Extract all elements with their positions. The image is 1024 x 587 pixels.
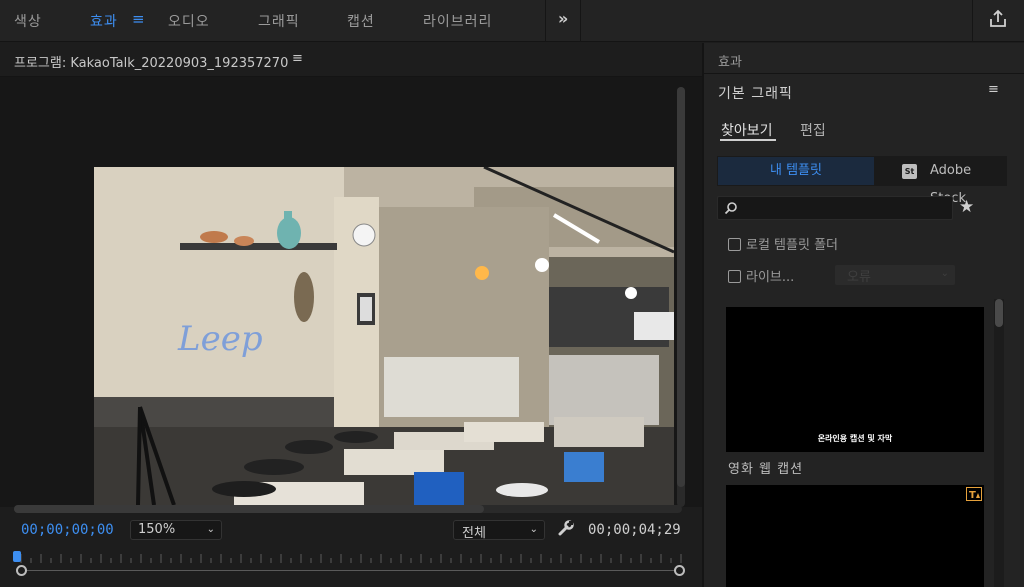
effects-panel: 효과 기본 그래픽 ≡ 찾아보기 편집 내 템플릿 St Adobe Stock… bbox=[704, 43, 1024, 587]
libraries-option[interactable]: 라이브... bbox=[728, 266, 794, 285]
svg-text:Leep: Leep bbox=[177, 319, 263, 359]
panel-menu-icon[interactable]: ≡ bbox=[292, 51, 303, 66]
libraries-dropdown: 오류 ⌄ bbox=[835, 265, 955, 285]
template-search-input[interactable] bbox=[717, 196, 953, 220]
tab-captions[interactable]: 캡션 bbox=[347, 11, 375, 31]
playback-resolution-select[interactable]: 전체 ⌄ bbox=[453, 520, 545, 541]
workspace-menu-icon[interactable]: ≡ bbox=[132, 10, 145, 28]
template-thumbnail[interactable]: T bbox=[726, 485, 984, 587]
tab-browse[interactable]: 찾아보기 bbox=[721, 120, 773, 140]
more-workspaces-icon[interactable]: » bbox=[558, 9, 568, 28]
star-icon[interactable]: ★ bbox=[959, 197, 974, 217]
chevron-down-icon: ⌄ bbox=[529, 524, 538, 535]
chevron-down-icon: ⌄ bbox=[206, 524, 215, 535]
scrollbar-thumb[interactable] bbox=[995, 299, 1003, 327]
wrench-icon[interactable] bbox=[558, 520, 574, 540]
effects-panel-title[interactable]: 효과 bbox=[718, 51, 742, 70]
svg-text:T: T bbox=[969, 490, 976, 501]
active-tab-indicator bbox=[720, 139, 776, 141]
horizontal-scrollbar[interactable] bbox=[14, 505, 682, 513]
scrub-bar[interactable] bbox=[21, 570, 681, 571]
scrub-start-handle[interactable] bbox=[16, 565, 27, 576]
libraries-label: 라이브... bbox=[746, 270, 795, 285]
chevron-down-icon: ⌄ bbox=[940, 268, 949, 279]
libraries-checkbox[interactable] bbox=[728, 270, 741, 283]
program-title[interactable]: 프로그램: KakaoTalk_20220903_192357270 bbox=[14, 52, 288, 71]
zoom-level-value: 150% bbox=[138, 522, 176, 537]
divider bbox=[972, 0, 973, 42]
adobe-stock-toggle[interactable]: St Adobe Stock bbox=[875, 156, 1007, 206]
share-icon[interactable] bbox=[988, 9, 1008, 33]
template-list-scrollbar[interactable] bbox=[994, 299, 1004, 587]
panel-menu-icon[interactable]: ≡ bbox=[988, 82, 999, 97]
tab-edit[interactable]: 편집 bbox=[800, 120, 826, 140]
divider bbox=[580, 0, 581, 42]
tab-audio[interactable]: 오디오 bbox=[168, 11, 210, 31]
stock-icon: St bbox=[902, 164, 917, 179]
scrollbar-thumb[interactable] bbox=[14, 505, 484, 513]
essential-graphics-title: 기본 그래픽 bbox=[718, 86, 793, 102]
tab-effects[interactable]: 효과 bbox=[90, 11, 118, 31]
local-folder-option[interactable]: 로컬 템플릿 폴더 bbox=[728, 234, 838, 253]
playback-resolution-value: 전체 bbox=[462, 526, 486, 541]
local-folder-checkbox[interactable] bbox=[728, 238, 741, 251]
program-monitor: 프로그램: KakaoTalk_20220903_192357270 ≡ Lee… bbox=[0, 43, 702, 587]
workspace-bar: 색상 효과 ≡ 오디오 그래픽 캡션 라이브러리 » bbox=[0, 0, 1024, 42]
video-frame: Leep bbox=[94, 167, 674, 505]
zoom-level-select[interactable]: 150% ⌄ bbox=[130, 520, 222, 540]
template-thumbnail[interactable]: 온라인용 캡션 및 자막 bbox=[726, 307, 984, 452]
tab-color[interactable]: 색상 bbox=[14, 11, 42, 31]
search-icon bbox=[724, 201, 738, 219]
tab-graphics[interactable]: 그래픽 bbox=[258, 11, 300, 31]
template-name[interactable]: 영화 웹 캡션 bbox=[728, 458, 803, 477]
scrollbar-thumb[interactable] bbox=[677, 87, 685, 487]
my-templates-toggle[interactable]: 내 템플릿 bbox=[717, 156, 875, 186]
divider bbox=[704, 73, 1024, 74]
missing-font-icon: T bbox=[966, 487, 982, 505]
duration-timecode: 00;00;04;29 bbox=[588, 522, 681, 538]
time-ruler[interactable] bbox=[14, 551, 686, 571]
tab-libraries[interactable]: 라이브러리 bbox=[423, 11, 492, 31]
template-thumbnail-caption: 온라인용 캡션 및 자막 bbox=[817, 434, 893, 443]
local-folder-label: 로컬 템플릿 폴더 bbox=[746, 238, 838, 253]
vertical-scrollbar[interactable] bbox=[677, 87, 685, 507]
scrub-end-handle[interactable] bbox=[674, 565, 685, 576]
divider bbox=[545, 0, 546, 42]
libraries-dropdown-value: 오류 bbox=[847, 270, 871, 285]
playhead[interactable] bbox=[13, 551, 21, 562]
current-timecode[interactable]: 00;00;00;00 bbox=[21, 522, 114, 538]
